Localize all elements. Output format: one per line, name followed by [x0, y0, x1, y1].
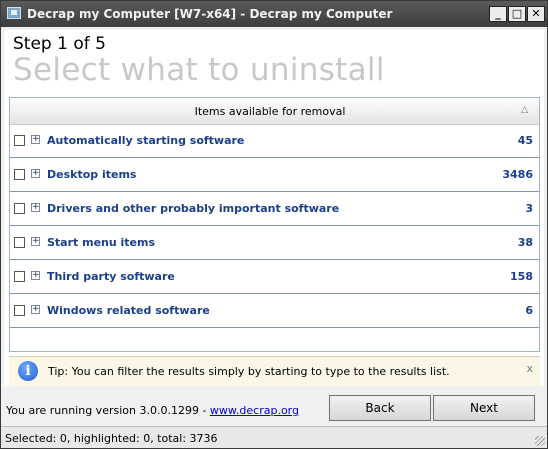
version-text: You are running version 3.0.0.1299 -: [6, 404, 210, 417]
next-button[interactable]: Next: [433, 395, 535, 421]
list-item[interactable]: + Drivers and other probably important s…: [10, 192, 539, 226]
sort-arrow-icon: △: [521, 105, 528, 115]
item-count: 45: [517, 134, 533, 147]
tip-text: Tip: You can filter the results simply b…: [48, 365, 450, 378]
expand-icon[interactable]: +: [31, 237, 40, 246]
minimize-button[interactable]: _: [489, 6, 507, 22]
title-bar[interactable]: Decrap my Computer [W7-x64] - Decrap my …: [1, 1, 547, 27]
tip-close-icon[interactable]: x: [526, 362, 533, 375]
item-label: Start menu items: [47, 236, 156, 249]
info-icon: i: [18, 361, 38, 381]
item-count: 158: [510, 270, 533, 283]
page-title: Select what to uninstall: [13, 52, 385, 88]
item-count: 6: [525, 304, 533, 317]
column-header-label: Items available for removal: [194, 105, 346, 118]
expand-icon[interactable]: +: [31, 135, 40, 144]
item-count: 38: [517, 236, 533, 249]
item-label: Windows related software: [47, 304, 210, 317]
app-icon: [7, 7, 21, 19]
app-window: Decrap my Computer [W7-x64] - Decrap my …: [0, 0, 548, 449]
maximize-button[interactable]: □: [508, 6, 526, 22]
expand-icon[interactable]: +: [31, 203, 40, 212]
expand-icon[interactable]: +: [31, 271, 40, 280]
list-item[interactable]: + Desktop items 3486: [10, 158, 539, 192]
close-button[interactable]: ✕: [527, 6, 545, 22]
list-item[interactable]: + Automatically starting software 45: [10, 124, 539, 158]
items-list[interactable]: Items available for removal △ + Automati…: [9, 97, 540, 352]
item-checkbox[interactable]: [14, 305, 25, 316]
item-label: Drivers and other probably important sof…: [47, 202, 340, 215]
item-label: Automatically starting software: [47, 134, 245, 147]
expand-icon[interactable]: +: [31, 305, 40, 314]
back-button[interactable]: Back: [329, 395, 431, 421]
item-label: Desktop items: [47, 168, 137, 181]
step-indicator: Step 1 of 5: [13, 34, 106, 54]
status-bar: Selected: 0, highlighted: 0, total: 3736: [1, 426, 547, 448]
window-title: Decrap my Computer [W7-x64] - Decrap my …: [27, 7, 393, 21]
tip-bar: i Tip: You can filter the results simply…: [9, 356, 540, 386]
resize-grip-icon[interactable]: [535, 436, 545, 446]
main-panel: Step 1 of 5 Select what to uninstall Ite…: [4, 30, 544, 386]
expand-icon[interactable]: +: [31, 169, 40, 178]
item-count: 3486: [502, 168, 533, 181]
version-info: You are running version 3.0.0.1299 - www…: [6, 404, 299, 417]
column-header[interactable]: Items available for removal △: [10, 98, 539, 125]
item-checkbox[interactable]: [14, 271, 25, 282]
item-count: 3: [525, 202, 533, 215]
website-link[interactable]: www.decrap.org: [210, 404, 299, 417]
list-item[interactable]: + Windows related software 6: [10, 294, 539, 328]
item-checkbox[interactable]: [14, 237, 25, 248]
item-checkbox[interactable]: [14, 135, 25, 146]
list-item[interactable]: + Start menu items 38: [10, 226, 539, 260]
item-label: Third party software: [47, 270, 175, 283]
status-text: Selected: 0, highlighted: 0, total: 3736: [5, 432, 218, 445]
list-item[interactable]: + Third party software 158: [10, 260, 539, 294]
item-checkbox[interactable]: [14, 203, 25, 214]
item-checkbox[interactable]: [14, 169, 25, 180]
